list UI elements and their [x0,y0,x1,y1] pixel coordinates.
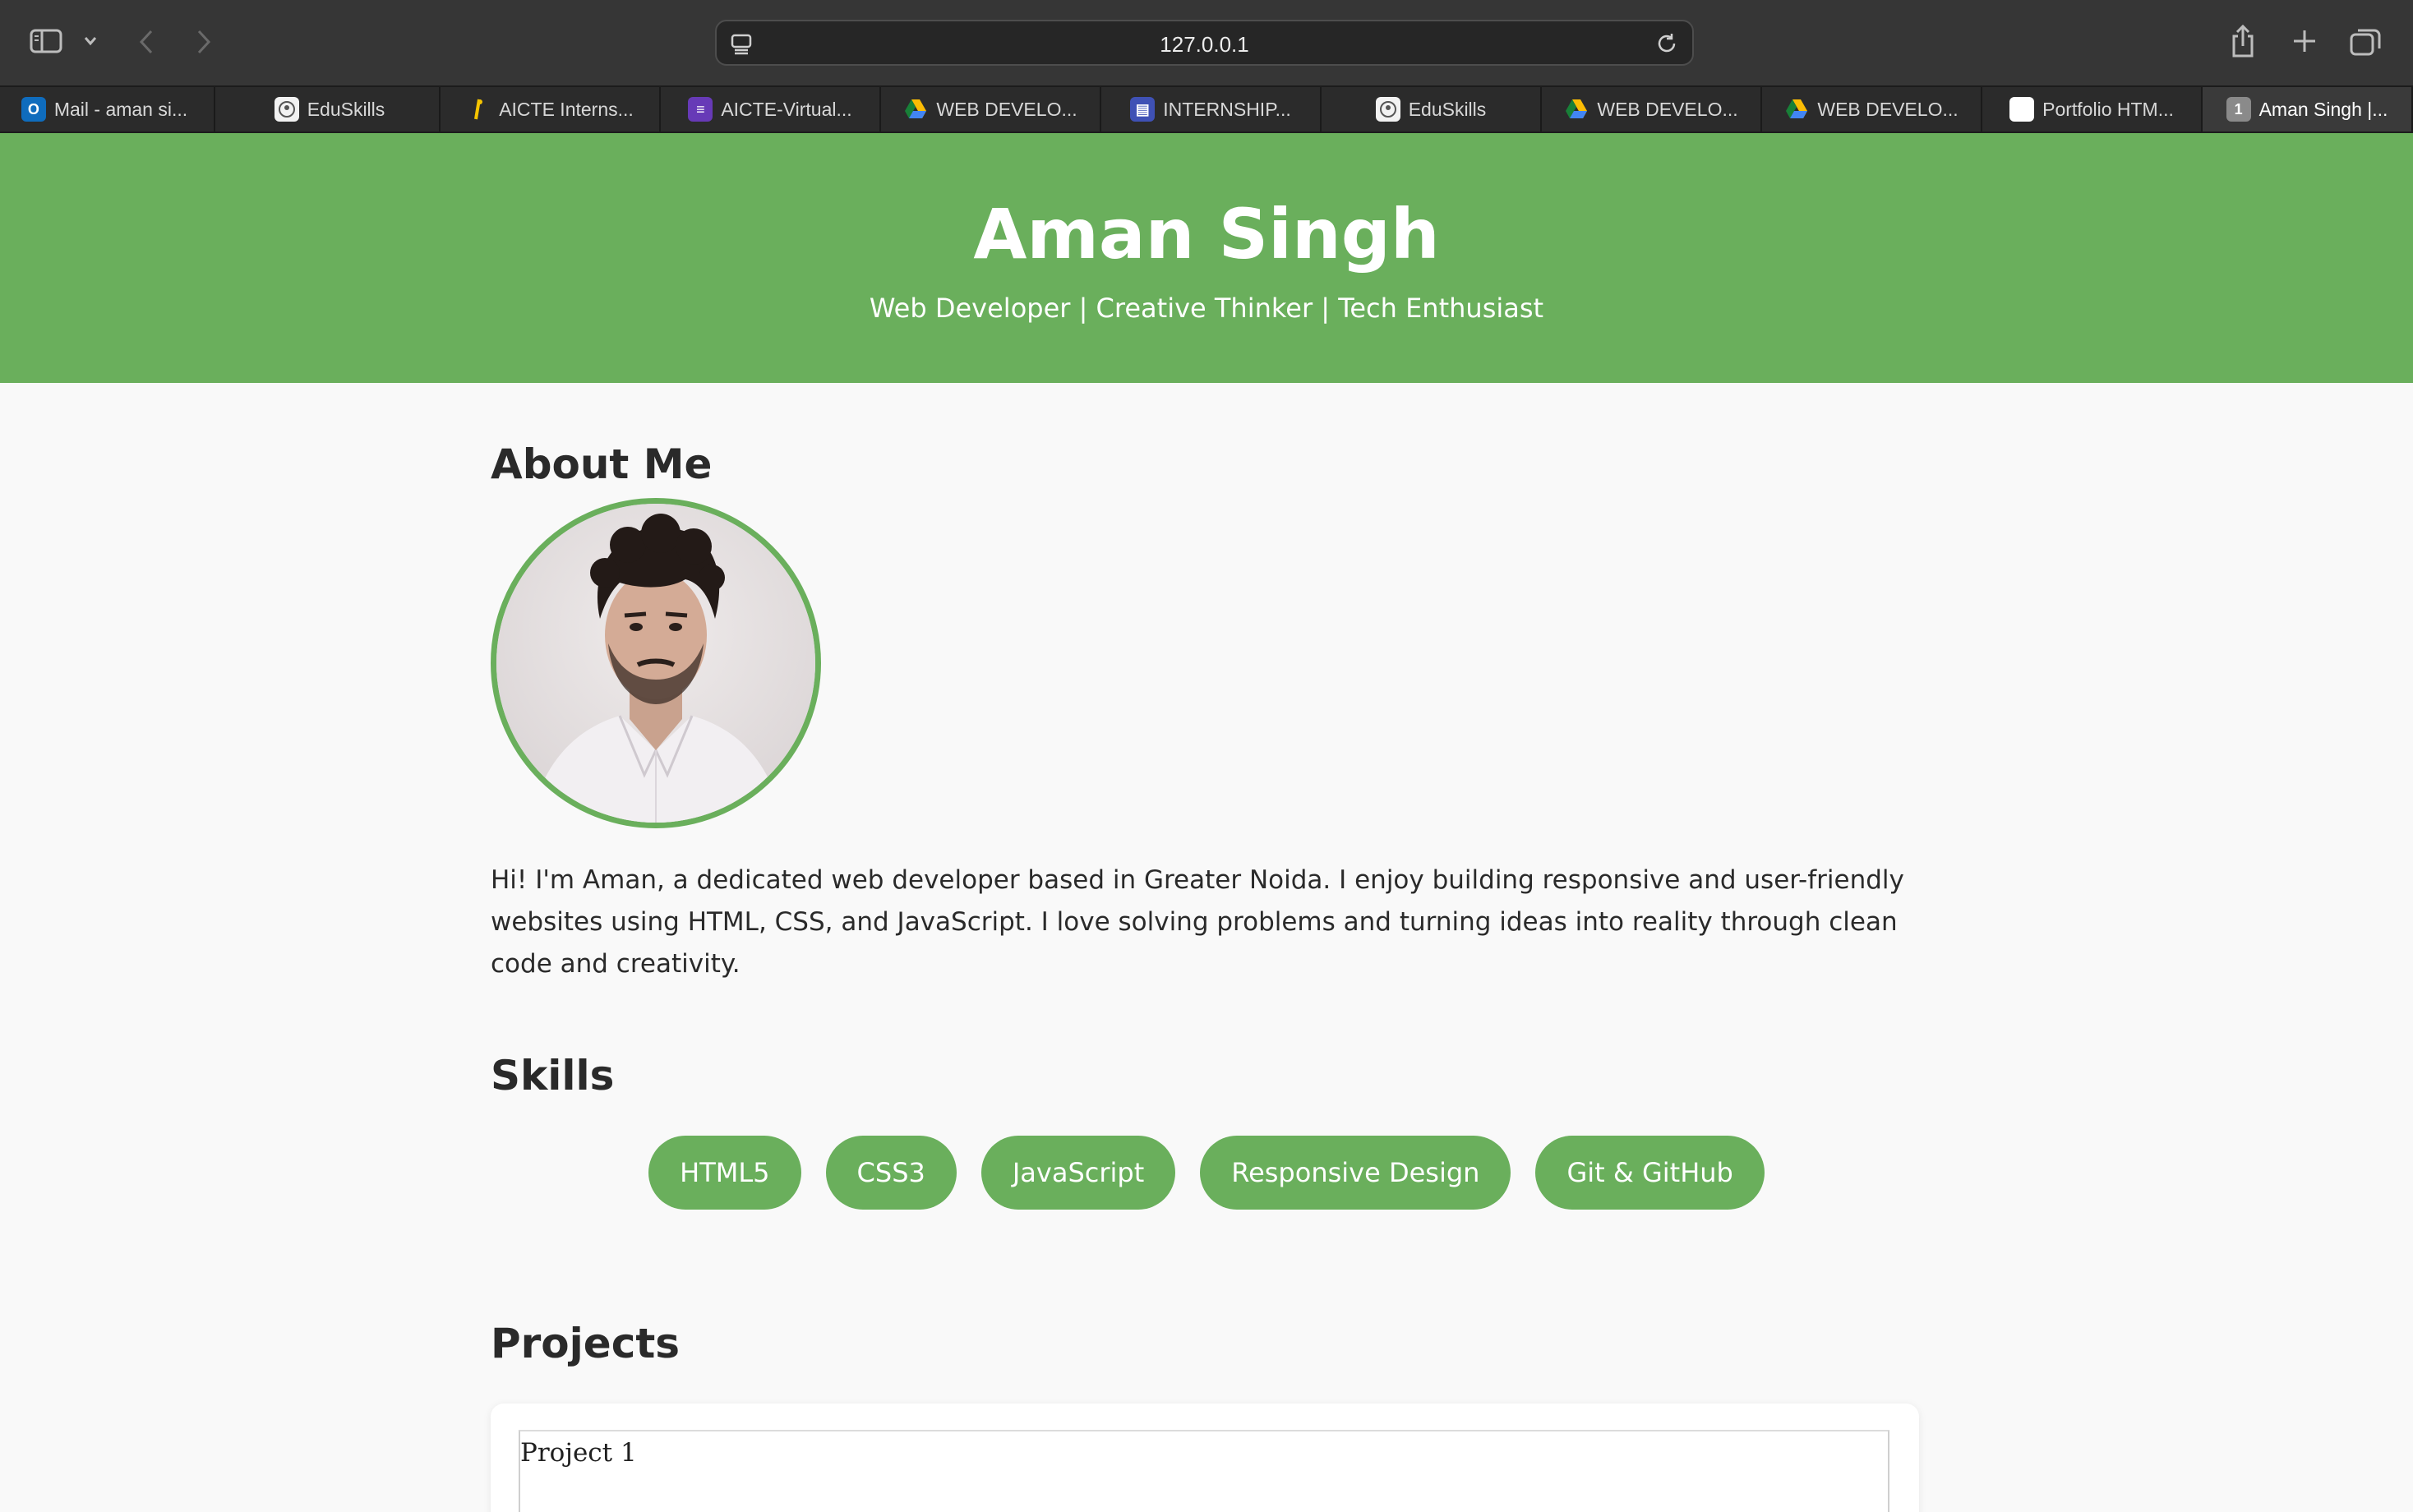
project-label: Project 1 [520,1438,637,1468]
profile-photo-illustration [496,504,815,823]
drive-icon [1784,97,1809,122]
about-title: About Me [491,440,713,488]
chatgpt-icon: ✿ [2009,97,2035,122]
tab-label: WEB DEVELO... [936,98,1077,120]
aicte-icon [466,97,491,122]
skill-badge: JavaScript [980,1136,1176,1210]
tab-label: AICTE Interns... [499,98,634,120]
skill-badge: CSS3 [825,1136,957,1210]
browser-tab[interactable]: AICTE Interns... [441,87,661,131]
url-text[interactable]: 127.0.0.1 [717,32,1692,58]
drive-icon [903,97,928,122]
tagline: Web Developer | Creative Thinker | Tech … [869,293,1544,324]
browser-tab[interactable]: ≡ AICTE-Virtual... [661,87,881,131]
drive-icon [1564,97,1589,122]
tab-label: AICTE-Virtual... [721,98,852,120]
browser-tab[interactable]: WEB DEVELO... [1762,87,1982,131]
project-card: Project 1 [491,1404,1919,1512]
skills-list: HTML5 CSS3 JavaScript Responsive Design Git … [0,1136,2413,1210]
new-tab-icon[interactable] [2290,26,2319,56]
browser-tab[interactable]: EduSkills [220,87,441,131]
forms-icon: ≡ [688,97,713,122]
about-text: Hi! I'm Aman, a dedicated web developer … [491,865,1904,979]
tab-label: EduSkills [1408,98,1487,120]
tab-label: Aman Singh |... [2258,98,2388,120]
reload-icon[interactable] [1654,31,1679,59]
outlook-icon: O [21,97,46,122]
tab-label: Portfolio HTM... [2042,98,2174,120]
sidebar-toggle-icon[interactable] [30,28,62,54]
skill-badge: Responsive Design [1200,1136,1511,1210]
skills-title: Skills [491,1052,615,1099]
address-bar[interactable]: 127.0.0.1 [715,20,1694,66]
eduskills-icon [274,97,299,122]
tab-overview-icon[interactable] [2349,26,2382,58]
back-icon[interactable] [136,28,156,56]
tab-number-icon: 1 [2226,97,2251,122]
browser-tab[interactable]: O Mail - aman si... [0,87,215,131]
tab-label: EduSkills [307,98,385,120]
browser-tab[interactable]: WEB DEVELO... [1542,87,1762,131]
browser-tab[interactable]: WEB DEVELO... [881,87,1101,131]
project-frame [519,1430,1889,1512]
forward-icon[interactable] [194,28,214,56]
name-heading: Aman Singh [973,194,1440,274]
hero-header: Aman Singh Web Developer | Creative Thin… [0,133,2413,383]
skill-badge: HTML5 [648,1136,801,1210]
browser-tab[interactable]: ▤ INTERNSHIP... [1101,87,1322,131]
browser-toolbar: 127.0.0.1 [0,0,2413,85]
browser-tab[interactable]: ✿ Portfolio HTM... [1982,87,2203,131]
skill-badge: Git & GitHub [1535,1136,1765,1210]
projects-title: Projects [491,1320,681,1367]
profile-photo [491,498,821,828]
chevron-down-icon[interactable] [82,35,99,48]
browser-tab[interactable]: EduSkills [1322,87,1542,131]
tab-label: WEB DEVELO... [1597,98,1738,120]
tab-label: INTERNSHIP... [1163,98,1291,120]
browser-tab[interactable]: 1 Aman Singh |... [2203,87,2413,131]
tab-label: WEB DEVELO... [1817,98,1959,120]
eduskills-icon [1375,97,1400,122]
sites-icon: ▤ [1130,97,1156,122]
tab-bar: O Mail - aman si... EduSkills AICTE Interns… [0,85,2413,133]
share-icon[interactable] [2229,23,2257,59]
tab-label: Mail - aman si... [53,98,188,120]
